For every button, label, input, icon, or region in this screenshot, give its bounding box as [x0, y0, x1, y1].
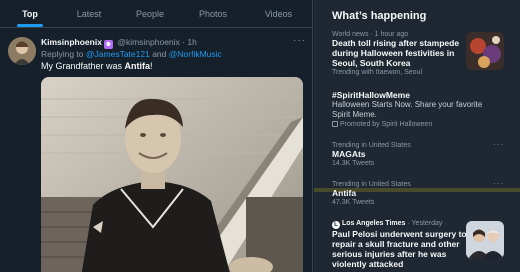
trend-item[interactable]: Trending in United States Antifa 47.3K T…	[332, 181, 518, 206]
trend-item-promoted[interactable]: #SpiritHallowMeme Halloween Starts Now. …	[332, 90, 518, 128]
sailor-photo-image	[41, 77, 303, 272]
search-tabs: Top Latest People Photos Videos	[0, 0, 312, 28]
reply-context: Replying to @JamesTate121 and @NorfikMus…	[41, 49, 222, 59]
avatar-image	[8, 37, 36, 65]
tab-videos[interactable]: Videos	[244, 0, 312, 27]
display-name[interactable]: Kimsinphoenix	[41, 37, 102, 47]
tab-latest[interactable]: Latest	[60, 0, 118, 27]
tweet-text: My Grandfather was Antifa!	[41, 61, 153, 71]
la-times-logo-icon: L	[332, 221, 340, 229]
trends-sidebar: What’s happening World news · 1 hour ago…	[314, 0, 520, 272]
mention-link[interactable]: @JamesTate121	[86, 49, 150, 59]
promoted-icon	[332, 121, 338, 127]
timeline-column: Top Latest People Photos Videos Kimsinph…	[0, 0, 313, 272]
active-tab-indicator	[17, 24, 43, 27]
handle[interactable]: @kimsinphoenix	[117, 37, 180, 47]
tab-photos[interactable]: Photos	[182, 0, 244, 27]
trend-item[interactable]: Trending in United States MAGAts 14.3K T…	[332, 142, 518, 167]
more-options-icon[interactable]: ···	[493, 140, 504, 149]
tweet-photo[interactable]	[41, 77, 303, 272]
mention-link[interactable]: @NorfikMusic	[169, 49, 222, 59]
tab-people[interactable]: People	[118, 0, 182, 27]
section-title: What’s happening	[332, 10, 427, 22]
tab-top[interactable]: Top	[0, 0, 60, 27]
tweet-header: Kimsinphoenix ☻ @kimsinphoenix · 1h	[41, 37, 197, 49]
devil-emoji-icon: ☻	[103, 40, 113, 49]
timestamp[interactable]: 1h	[187, 37, 196, 47]
avatar[interactable]	[8, 37, 36, 65]
news-thumbnail-image[interactable]	[466, 221, 504, 259]
news-thumbnail-image[interactable]	[466, 32, 504, 70]
more-options-icon[interactable]: ···	[293, 35, 306, 46]
tweet[interactable]: Kimsinphoenix ☻ @kimsinphoenix · 1h ··· R…	[0, 29, 312, 272]
more-options-icon[interactable]: ···	[493, 179, 504, 188]
